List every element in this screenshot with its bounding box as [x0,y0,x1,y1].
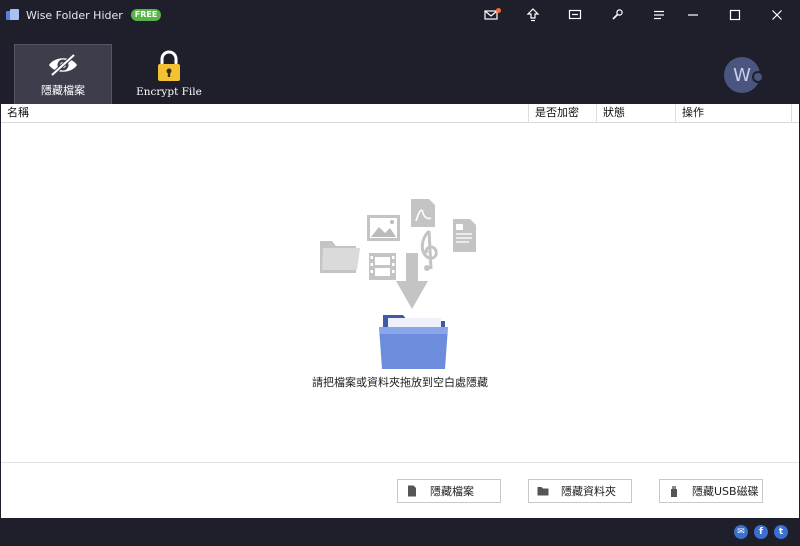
chat-icon [568,9,582,20]
drop-hint-text: 請把檔案或資料夾拖放到空白處隱藏 [312,376,488,389]
drop-zone-illustration [320,199,476,369]
free-badge: FREE [130,9,162,21]
facebook-icon[interactable]: f [754,525,768,539]
column-status[interactable]: 狀態 [597,104,676,123]
tab-encrypt-file-label: Encrypt File [136,86,202,98]
minimize-button[interactable] [672,0,714,30]
app-title: Wise Folder Hider [26,8,123,22]
padlock-icon [158,50,180,81]
upload-arrow-icon [526,8,540,22]
email-share-icon[interactable]: ✉ [734,525,748,539]
table-header: 名稱 是否加密 狀態 操作 [1,104,799,123]
hide-file-button[interactable]: 隱藏檔案 [397,479,501,503]
maximize-icon [729,9,741,21]
title-bar-tools [470,0,680,30]
blue-folder-icon [379,315,448,369]
app-logo-icon [6,8,20,22]
eye-slash-icon [49,53,77,77]
hide-folder-button-label: 隱藏資料夾 [561,485,616,498]
user-avatar[interactable]: W [724,57,764,93]
skin-button[interactable] [554,0,596,30]
status-bar: ✉ f t [0,518,800,546]
main-toolbar: 隱藏檔案 Encrypt File W [0,30,800,104]
twitter-icon[interactable]: t [774,525,788,539]
pdf-icon [411,199,435,227]
file-list-area[interactable]: 名稱 是否加密 狀態 操作 請把檔案或資料夾拖放到空白處隱藏 隱藏檔案 隱藏資料… [1,104,799,518]
usb-icon [671,486,677,497]
hide-usb-button[interactable]: 隱藏USB磁碟 [659,479,763,503]
film-icon [369,253,396,280]
action-bar: 隱藏檔案 隱藏資料夾 隱藏USB磁碟 [1,462,799,518]
tab-hide-file-label: 隱藏檔案 [41,84,85,97]
column-encrypted[interactable]: 是否加密 [529,104,597,123]
tab-encrypt-file[interactable]: Encrypt File [120,44,218,104]
maximize-button[interactable] [714,0,756,30]
minimize-icon [688,14,698,16]
tab-hide-file[interactable]: 隱藏檔案 [14,44,112,104]
music-note-icon [420,229,438,271]
title-bar: Wise Folder Hider FREE [0,0,800,30]
feedback-button[interactable] [470,0,512,30]
hide-usb-button-label: 隱藏USB磁碟 [692,485,759,498]
picture-icon [367,215,400,241]
notification-dot [496,8,501,13]
column-name[interactable]: 名稱 [1,104,529,123]
wrench-icon [612,9,623,20]
column-actions[interactable]: 操作 [676,104,792,123]
hide-folder-button[interactable]: 隱藏資料夾 [528,479,632,503]
settings-button[interactable] [596,0,638,30]
folder-icon [320,241,360,273]
folder-small-icon [537,487,549,496]
hide-file-button-label: 隱藏檔案 [430,485,474,498]
menu-icon [654,10,664,20]
document-icon [453,219,476,252]
close-icon [772,10,782,20]
upgrade-button[interactable] [512,0,554,30]
avatar-status-dot [752,71,764,83]
down-arrow-icon [396,253,428,309]
close-button[interactable] [756,0,798,30]
file-icon [408,485,416,497]
